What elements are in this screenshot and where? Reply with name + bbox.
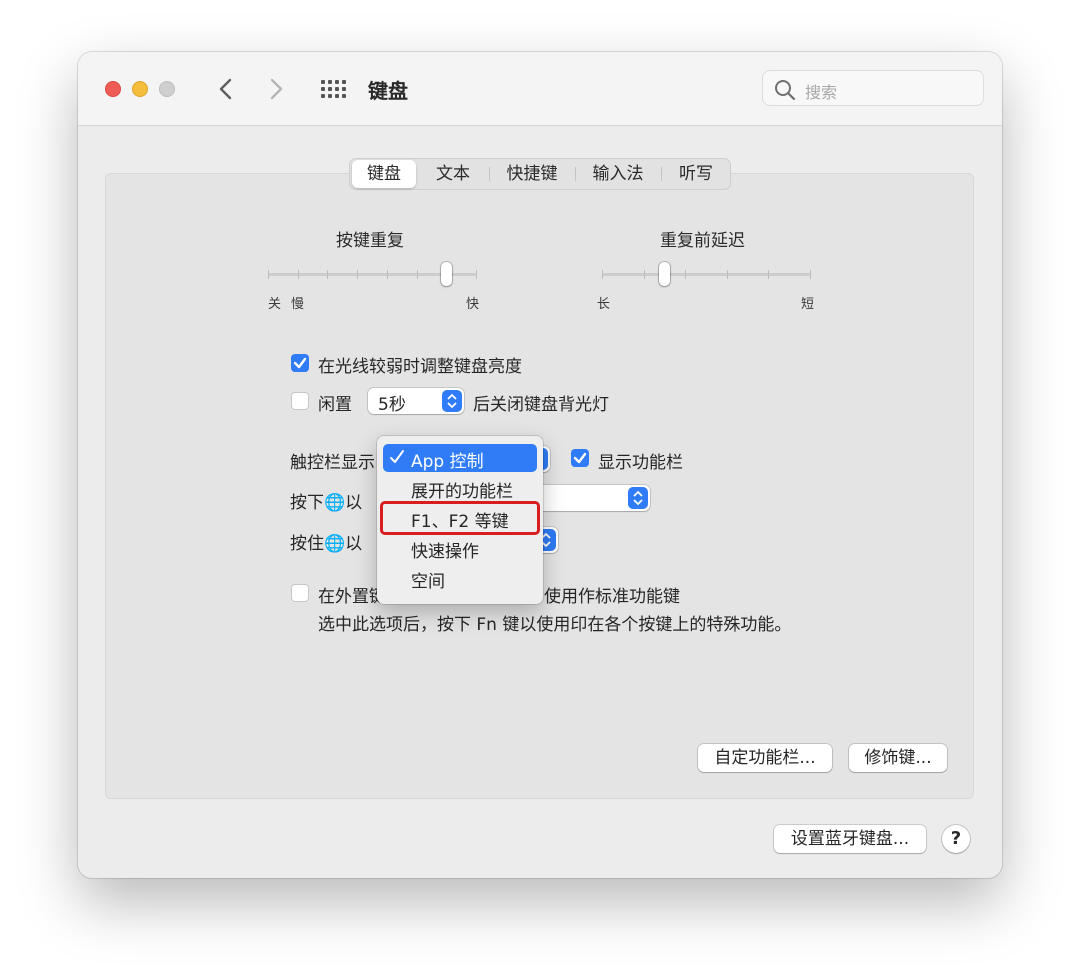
menu-item-label: 快速操作 (411, 542, 479, 562)
up-down-chevron-icon (447, 393, 457, 409)
idle-duration-value: 5秒 (378, 395, 406, 415)
popup-stepper (628, 487, 648, 509)
idle-backlight-checkbox[interactable] (291, 392, 309, 410)
search-icon (775, 80, 796, 100)
tab-dictation[interactable]: 听写 (662, 159, 730, 189)
tab-input-sources[interactable]: 输入法 (576, 159, 660, 189)
popup-stepper (442, 390, 462, 412)
slider-tick (327, 270, 328, 279)
slider-thumb[interactable] (441, 262, 452, 286)
repeat-delay-short-label: 短 (801, 297, 815, 312)
key-repeat-title: 按键重复 (336, 231, 404, 251)
show-all-button[interactable] (320, 79, 348, 99)
checkmark-icon (293, 357, 307, 369)
slider-track (602, 273, 810, 276)
slider-tick (602, 270, 603, 279)
idle-suffix-label: 后关闭键盘背光灯 (473, 395, 609, 415)
window-title: 键盘 (368, 79, 408, 103)
repeat-delay-title: 重复前延迟 (660, 231, 745, 251)
search-field[interactable]: 搜索 (762, 70, 984, 106)
slider-tick (417, 270, 418, 279)
slider-tick (727, 270, 728, 279)
slider-tick (387, 270, 388, 279)
minimize-button[interactable] (132, 81, 148, 97)
menu-item-f1-f2-keys[interactable]: F1、F2 等键 (380, 501, 540, 535)
repeat-delay-slider[interactable] (602, 262, 812, 292)
show-function-bar-label: 显示功能栏 (598, 453, 683, 473)
menu-item-app-controls[interactable]: App 控制 (383, 444, 537, 472)
tab-shortcuts[interactable]: 快捷键 (490, 159, 574, 189)
external-keyboard-label-start: 在外置键 (318, 587, 386, 607)
slider-tick (685, 270, 686, 279)
tab-text[interactable]: 文本 (418, 159, 488, 189)
menu-item-label: 空间 (411, 572, 445, 592)
tab-keyboard[interactable]: 键盘 (352, 160, 416, 188)
key-repeat-off-label: 关 (268, 297, 282, 312)
chevron-right-icon (270, 78, 283, 100)
slider-tick (476, 270, 477, 279)
up-down-chevron-icon (633, 490, 643, 506)
search-placeholder: 搜索 (805, 83, 838, 102)
menu-item-label: 展开的功能栏 (411, 482, 513, 502)
function-key-hint: 选中此选项后，按下 Fn 键以使用印在各个按键上的特殊功能。 (318, 615, 792, 635)
adjust-brightness-checkbox[interactable] (291, 354, 309, 372)
external-keyboard-label-end: 使用作标准功能键 (544, 587, 680, 607)
slider-tick (357, 270, 358, 279)
tab-bar: 键盘 文本 快捷键 输入法 听写 (349, 158, 731, 190)
slider-tick (768, 270, 769, 279)
menu-item-spaces[interactable]: 空间 (383, 564, 537, 592)
grid-icon (321, 80, 346, 98)
hold-globe-label: 按住🌐以 (290, 534, 363, 554)
adjust-brightness-label: 在光线较弱时调整键盘亮度 (318, 357, 522, 377)
modifier-keys-button[interactable]: 修饰键... (849, 744, 947, 772)
repeat-delay-long-label: 长 (597, 297, 611, 312)
slider-tick (298, 270, 299, 279)
external-keyboard-checkbox[interactable] (291, 584, 309, 602)
customize-control-strip-button[interactable]: 自定功能栏... (698, 744, 832, 772)
back-button[interactable] (214, 74, 238, 104)
slider-tick (810, 270, 811, 279)
forward-button[interactable] (264, 74, 288, 104)
key-repeat-slider[interactable] (268, 262, 478, 292)
help-button[interactable]: ? (942, 825, 970, 853)
touchbar-dropdown-menu: App 控制 展开的功能栏 F1、F2 等键 快速操作 空间 (377, 436, 543, 604)
slider-tick (644, 270, 645, 279)
key-repeat-fast-label: 快 (466, 297, 480, 312)
key-repeat-slow-label: 慢 (291, 297, 305, 312)
close-button[interactable] (105, 81, 121, 97)
checkmark-icon (390, 450, 404, 463)
title-bar: 键盘 搜索 (78, 52, 1002, 126)
chevron-left-icon (219, 78, 232, 100)
slider-tick (268, 270, 269, 279)
preferences-window: 键盘 搜索 键盘 文本 快捷键 输入法 听写 按键重复 关 慢 快 重复前延迟 … (78, 52, 1002, 878)
press-globe-label: 按下🌐以 (290, 493, 363, 513)
menu-item-label: F1、F2 等键 (411, 512, 509, 532)
touchbar-label: 触控栏显示 (290, 453, 375, 473)
zoom-button[interactable] (159, 81, 175, 97)
checkmark-icon (573, 452, 587, 464)
slider-thumb[interactable] (659, 262, 670, 286)
idle-duration-popup[interactable]: 5秒 (368, 388, 464, 415)
menu-item-label: App 控制 (411, 452, 484, 472)
menu-item-expanded-control-strip[interactable]: 展开的功能栏 (383, 474, 537, 502)
menu-item-quick-actions[interactable]: 快速操作 (383, 534, 537, 562)
idle-label: 闲置 (318, 395, 352, 415)
setup-bluetooth-keyboard-button[interactable]: 设置蓝牙键盘... (774, 825, 926, 853)
show-function-bar-checkbox[interactable] (571, 449, 589, 467)
